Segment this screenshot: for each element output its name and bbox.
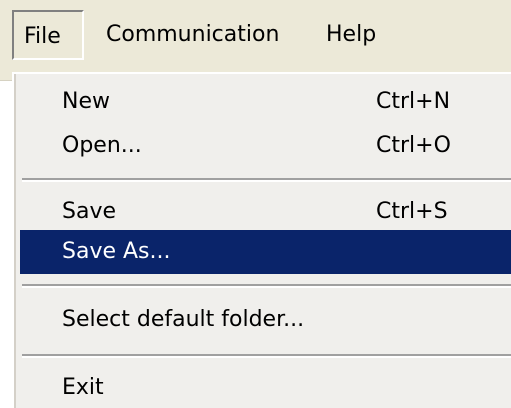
menu-item-shortcut: Ctrl+N bbox=[376, 89, 451, 114]
menu-separator bbox=[22, 354, 511, 358]
menu-bar: File Communication Help bbox=[0, 0, 511, 81]
menu-item-save-as[interactable]: Save As... bbox=[20, 230, 511, 274]
menu-item-label: Save bbox=[62, 199, 117, 224]
file-menu-dropdown: New Ctrl+N Open... Ctrl+O Save Ctrl+S Sa… bbox=[12, 72, 511, 408]
menu-separator bbox=[22, 284, 511, 288]
menu-item-label: Save As... bbox=[62, 239, 171, 264]
menu-file[interactable]: File bbox=[12, 10, 84, 60]
menu-item-label: Select default folder... bbox=[62, 307, 305, 332]
menu-item-label: New bbox=[62, 89, 110, 114]
menu-communication[interactable]: Communication bbox=[96, 10, 289, 60]
menu-item-save[interactable]: Save Ctrl+S bbox=[20, 190, 511, 234]
menu-item-new[interactable]: New Ctrl+N bbox=[20, 80, 511, 124]
menu-item-label: Exit bbox=[62, 375, 104, 400]
menu-item-exit[interactable]: Exit bbox=[20, 366, 511, 408]
menu-item-shortcut: Ctrl+O bbox=[376, 133, 451, 158]
menu-separator bbox=[22, 178, 511, 182]
menu-help[interactable]: Help bbox=[316, 10, 386, 60]
menu-item-shortcut: Ctrl+S bbox=[376, 199, 448, 224]
menu-item-label: Open... bbox=[62, 133, 142, 158]
application-window: File Communication Help New Ctrl+N Open.… bbox=[0, 0, 511, 408]
menu-item-open[interactable]: Open... Ctrl+O bbox=[20, 124, 511, 168]
menu-item-select-default-folder[interactable]: Select default folder... bbox=[20, 298, 511, 342]
